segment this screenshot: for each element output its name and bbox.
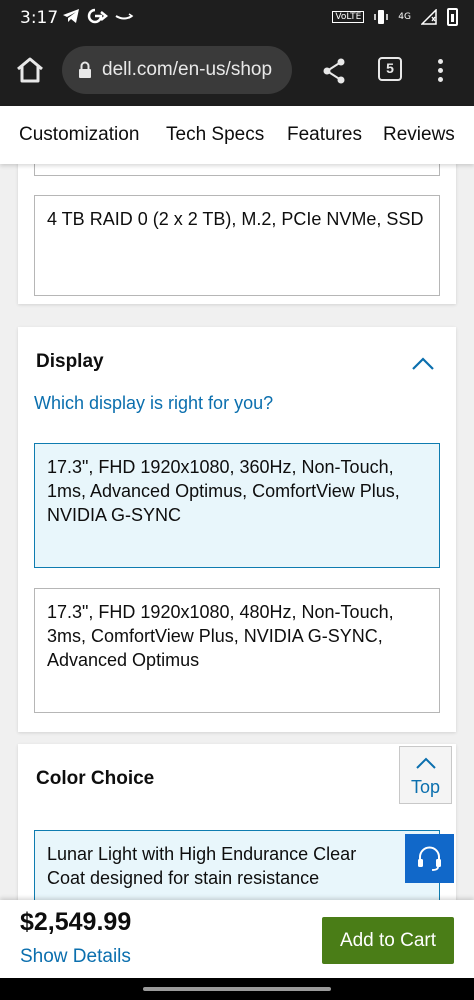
color-option-text: Lunar Light with High Endurance Clear Co… [47,844,357,888]
chevron-up-icon [415,757,436,769]
volte-icon: VoLTE [332,11,365,23]
chevron-up-icon[interactable] [412,356,434,370]
headset-icon [418,846,441,871]
cellular-signal-icon [421,9,437,25]
display-card: Display Which display is right for you? … [18,327,456,732]
address-bar[interactable]: dell.com/en-us/shop [62,46,292,94]
display-help-link[interactable]: Which display is right for you? [34,393,273,414]
status-bar: 3:17 VoLTE 4G [0,0,474,36]
storage-option[interactable]: 4 TB RAID 0 (2 x 2 TB), M.2, PCIe NVMe, … [34,195,440,296]
display-option-text: 17.3", FHD 1920x1080, 360Hz, Non-Touch, … [47,457,400,525]
show-details-link[interactable]: Show Details [20,946,131,968]
gesture-handle[interactable] [143,987,331,991]
tab-tech-specs[interactable]: Tech Specs [166,124,264,146]
color-choice-card: Color Choice Lunar Light with High Endur… [18,744,456,900]
storage-card: 4 TB RAID 0 (2 x 2 TB), M.2, PCIe NVMe, … [18,164,456,304]
product-nav-tabs: Customization Tech Specs Features Review… [0,106,474,164]
tab-features[interactable]: Features [287,124,362,146]
storage-option-text: 4 TB RAID 0 (2 x 2 TB), M.2, PCIe NVMe, … [47,209,424,229]
add-to-cart-button[interactable]: Add to Cart [322,917,454,964]
overflow-menu-icon[interactable] [430,56,450,86]
url-text: dell.com/en-us/shop [102,59,273,80]
home-icon[interactable] [14,54,46,86]
color-option-lunar-light[interactable]: Lunar Light with High Endurance Clear Co… [34,830,440,900]
amazon-icon [115,13,134,20]
notification-icons [62,7,134,25]
browser-toolbar: dell.com/en-us/shop 5 [0,36,474,106]
lock-icon [79,61,91,78]
display-option-480hz[interactable]: 17.3", FHD 1920x1080, 480Hz, Non-Touch, … [34,588,440,713]
display-option-360hz[interactable]: 17.3", FHD 1920x1080, 360Hz, Non-Touch, … [34,443,440,568]
navigation-gesture-bar [0,978,474,1000]
display-option-text: 17.3", FHD 1920x1080, 480Hz, Non-Touch, … [47,602,394,670]
display-section-title: Display [36,351,104,372]
telegram-icon [63,9,79,23]
tab-reviews[interactable]: Reviews [383,124,455,146]
status-time: 3:17 [20,8,59,28]
price-bar: $2,549.99 Show Details Add to Cart [0,900,474,978]
color-section-title: Color Choice [36,768,155,789]
back-to-top-button[interactable]: Top [399,746,452,804]
tab-switcher-button[interactable]: 5 [378,57,402,81]
support-chat-button[interactable] [405,834,454,883]
total-price: $2,549.99 [20,908,132,936]
battery-icon [447,8,458,26]
signal-4g-label: 4G [398,12,411,22]
top-button-label: Top [410,777,441,797]
system-icons: VoLTE 4G [332,8,458,26]
vibrate-icon [374,10,389,24]
google-pay-icon [87,8,108,24]
tab-customization[interactable]: Customization [19,124,139,146]
storage-option-previous[interactable] [34,164,440,176]
share-icon[interactable] [320,56,348,86]
